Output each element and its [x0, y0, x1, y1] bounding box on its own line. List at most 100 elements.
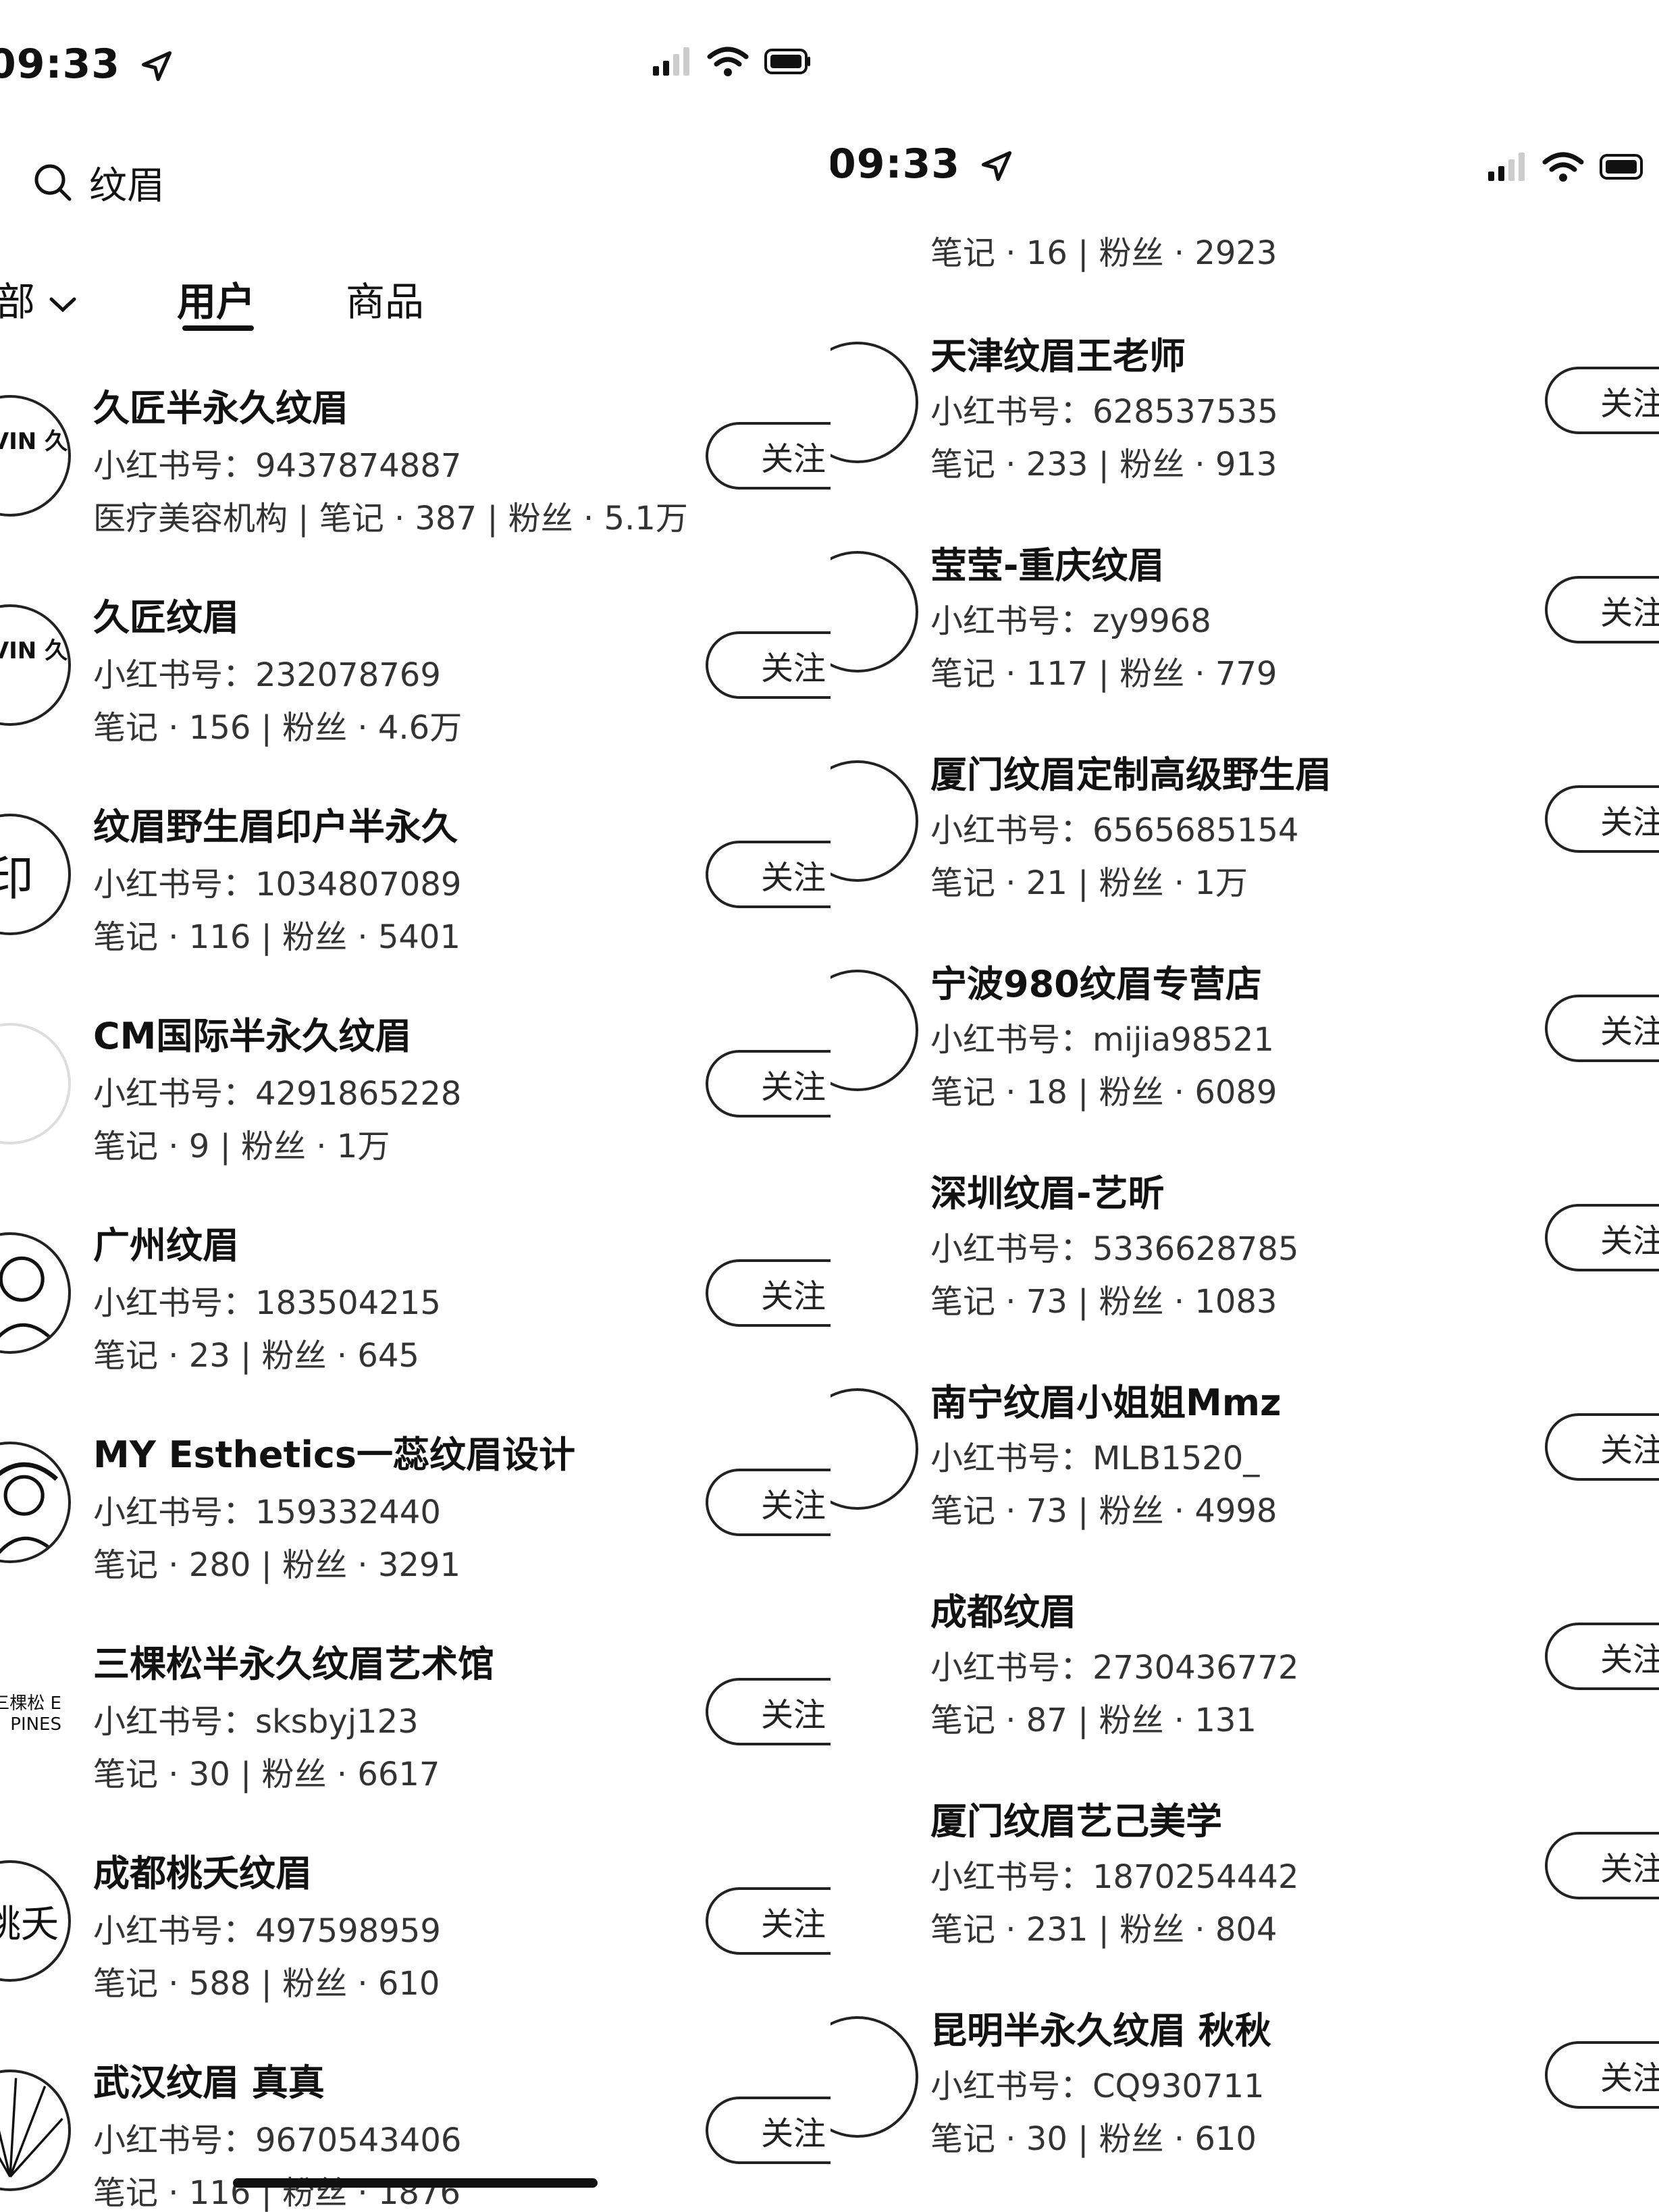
- user-name: 久匠纹眉: [93, 596, 239, 639]
- user-id: 小红书号：1870254442: [930, 1858, 1299, 1896]
- avatar: MAVIN 久匠: [0, 395, 71, 517]
- user-name: 广州纹眉: [93, 1224, 239, 1267]
- follow-button[interactable]: 关注: [706, 2097, 831, 2164]
- avatar: [831, 970, 918, 1091]
- list-item[interactable]: 天津纹眉王老师 小红书号：628537535 笔记 · 233 | 粉丝 · 9…: [831, 323, 1659, 532]
- user-name: CM国际半永久纹眉: [93, 1015, 412, 1057]
- list-item[interactable]: 三棵松 E PINES 三棵松半永久纹眉艺术馆 小红书号：sksbyj123 笔…: [0, 1627, 831, 1837]
- home-indicator[interactable]: [233, 2178, 598, 2188]
- avatar: MAVIN 久匠: [0, 604, 71, 726]
- follow-button[interactable]: 关注: [706, 841, 831, 908]
- user-id: 小红书号：183504215: [93, 1284, 441, 1322]
- list-item[interactable]: MAVIN 久匠 久匠纹眉 小红书号：232078769 笔记 · 156 | …: [0, 581, 831, 790]
- follow-button[interactable]: 关注: [1545, 1623, 1659, 1690]
- list-item[interactable]: 印 纹眉野生眉印户半永久 小红书号：1034807089 笔记 · 116 | …: [0, 790, 831, 999]
- follow-button[interactable]: 关注: [706, 1259, 831, 1327]
- list-item[interactable]: 深圳纹眉-艺昕 小红书号：5336628785 笔记 · 73 | 粉丝 · 1…: [831, 1160, 1659, 1369]
- user-name: 宁波980纹眉专营店: [930, 963, 1262, 1005]
- user-stats: 笔记 · 30 | 粉丝 · 6617: [93, 1756, 440, 1793]
- list-item[interactable]: CM国际半永久纹眉 小红书号：4291865228 笔记 · 9 | 粉丝 · …: [0, 999, 831, 1209]
- list-item[interactable]: MY Esthetics一蕊纹眉设计 小红书号：159332440 笔记 · 2…: [0, 1418, 831, 1627]
- avatar: [0, 1023, 71, 1144]
- follow-button[interactable]: 关注: [706, 1887, 831, 1955]
- follow-button[interactable]: 关注: [1545, 2041, 1659, 2109]
- user-stats: 医疗美容机构 | 笔记 · 387 | 粉丝 · 5.1万: [93, 500, 688, 537]
- user-id: 小红书号：9437874887: [93, 447, 462, 485]
- user-stats: 笔记 · 117 | 粉丝 · 779: [930, 655, 1278, 693]
- user-id: 小红书号：1034807089: [93, 866, 462, 903]
- user-id: 小红书号：232078769: [93, 656, 441, 694]
- tab-all[interactable]: 部: [0, 270, 78, 327]
- user-id: 小红书号：628537535: [930, 393, 1278, 431]
- user-stats: 笔记 · 9 | 粉丝 · 1万: [93, 1128, 390, 1165]
- user-id: 小红书号：mijia98521: [930, 1021, 1274, 1059]
- list-item[interactable]: 南宁纹眉小姐姐Mmz 小红书号：MLB1520_ 笔记 · 73 | 粉丝 · …: [831, 1369, 1659, 1579]
- user-id: 小红书号：4291865228: [93, 1075, 462, 1113]
- list-item-partial[interactable]: 笔记 · 16 | 粉丝 · 2923: [831, 219, 1659, 294]
- follow-button[interactable]: 关注: [706, 1469, 831, 1536]
- follow-button[interactable]: 关注: [706, 422, 831, 490]
- follow-button[interactable]: 关注: [1545, 1832, 1659, 1899]
- avatar-portrait-icon: [0, 1462, 64, 1560]
- user-name: MY Esthetics一蕊纹眉设计: [93, 1433, 576, 1476]
- follow-button[interactable]: 关注: [1545, 1204, 1659, 1271]
- user-id: 小红书号：159332440: [93, 1494, 441, 1531]
- user-name: 昆明半永久纹眉 秋秋: [930, 2009, 1271, 2052]
- user-name: 久匠半永久纹眉: [93, 387, 348, 429]
- avatar: [831, 2016, 918, 2138]
- user-stats: 笔记 · 73 | 粉丝 · 4998: [930, 1492, 1278, 1530]
- avatar: 桃夭: [0, 1860, 71, 1982]
- user-id: 小红书号：CQ930711: [930, 2068, 1265, 2105]
- battery-icon: [1600, 154, 1643, 180]
- user-stats: 笔记 · 156 | 粉丝 · 4.6万: [93, 709, 463, 747]
- user-stats: 笔记 · 233 | 粉丝 · 913: [930, 446, 1278, 483]
- user-id: 小红书号：2730436772: [930, 1649, 1299, 1687]
- follow-button[interactable]: 关注: [706, 631, 831, 699]
- user-stats: 笔记 · 73 | 粉丝 · 1083: [930, 1283, 1278, 1321]
- follow-button[interactable]: 关注: [1545, 995, 1659, 1062]
- list-item[interactable]: 昆明半永久纹眉 秋秋 小红书号：CQ930711 笔记 · 30 | 粉丝 · …: [831, 1997, 1659, 2207]
- list-item[interactable]: 厦门纹眉艺己美学 小红书号：1870254442 笔记 · 231 | 粉丝 ·…: [831, 1788, 1659, 1997]
- avatar: 三棵松 E PINES: [0, 1651, 71, 1772]
- follow-button[interactable]: 关注: [1545, 785, 1659, 853]
- follow-button[interactable]: 关注: [706, 1678, 831, 1745]
- list-item[interactable]: 厦门纹眉定制高级野生眉 小红书号：6565685154 笔记 · 21 | 粉丝…: [831, 741, 1659, 951]
- status-time: 09:33: [831, 140, 1014, 188]
- follow-button[interactable]: 关注: [706, 1050, 831, 1117]
- follow-button[interactable]: 关注: [1545, 1413, 1659, 1481]
- tab-users[interactable]: 用户: [177, 270, 255, 327]
- avatar-sunburst-icon: [0, 2078, 63, 2178]
- wifi-icon: [707, 47, 749, 76]
- battery-icon: [764, 49, 810, 74]
- tab-products[interactable]: 商品: [346, 270, 424, 327]
- list-item[interactable]: 广州纹眉 小红书号：183504215 笔记 · 23 | 粉丝 · 645 关…: [0, 1209, 831, 1418]
- list-item[interactable]: 桃夭 成都桃夭纹眉 小红书号：497598959 笔记 · 588 | 粉丝 ·…: [0, 1837, 831, 2046]
- user-stats: 笔记 · 588 | 粉丝 · 610: [93, 1965, 440, 2003]
- avatar: [831, 1179, 918, 1300]
- follow-button[interactable]: 关注: [1545, 367, 1659, 434]
- status-bar: 09:33: [0, 27, 831, 108]
- user-name: 纹眉野生眉印户半永久: [93, 806, 458, 848]
- search-bar[interactable]: 纹眉: [32, 152, 165, 213]
- list-item[interactable]: MAVIN 久匠 久匠半永久纹眉 小红书号：9437874887 医疗美容机构 …: [0, 371, 831, 581]
- right-screenshot: 09:33 笔记 · 16 | 粉丝 · 2923 天津纹眉王老师 小红书号：6…: [831, 0, 1659, 2212]
- user-name: 成都桃夭纹眉: [93, 1852, 312, 1895]
- location-arrow-icon: [141, 51, 172, 82]
- follow-button[interactable]: 关注: [1545, 576, 1659, 643]
- user-id: 小红书号：sksbyj123: [93, 1703, 419, 1741]
- user-stats: 笔记 · 30 | 粉丝 · 610: [930, 2120, 1257, 2158]
- user-name: 深圳纹眉-艺昕: [930, 1172, 1165, 1215]
- avatar: [831, 1388, 918, 1510]
- status-time: 09:33: [0, 41, 174, 88]
- user-id: 小红书号：9670543406: [93, 2122, 462, 2159]
- avatar: [831, 1598, 918, 1719]
- user-stats: 笔记 · 231 | 粉丝 · 804: [930, 1911, 1278, 1949]
- list-item[interactable]: 成都纹眉 小红书号：2730436772 笔记 · 87 | 粉丝 · 131 …: [831, 1579, 1659, 1788]
- list-item[interactable]: 莹莹-重庆纹眉 小红书号：zy9968 笔记 · 117 | 粉丝 · 779 …: [831, 532, 1659, 741]
- user-name: 天津纹眉王老师: [930, 335, 1186, 377]
- avatar: [0, 1442, 71, 1563]
- user-name: 厦门纹眉艺己美学: [930, 1800, 1222, 1843]
- user-name: 莹莹-重庆纹眉: [930, 544, 1165, 587]
- list-item[interactable]: 宁波980纹眉专营店 小红书号：mijia98521 笔记 · 18 | 粉丝 …: [831, 951, 1659, 1160]
- avatar: [831, 342, 918, 463]
